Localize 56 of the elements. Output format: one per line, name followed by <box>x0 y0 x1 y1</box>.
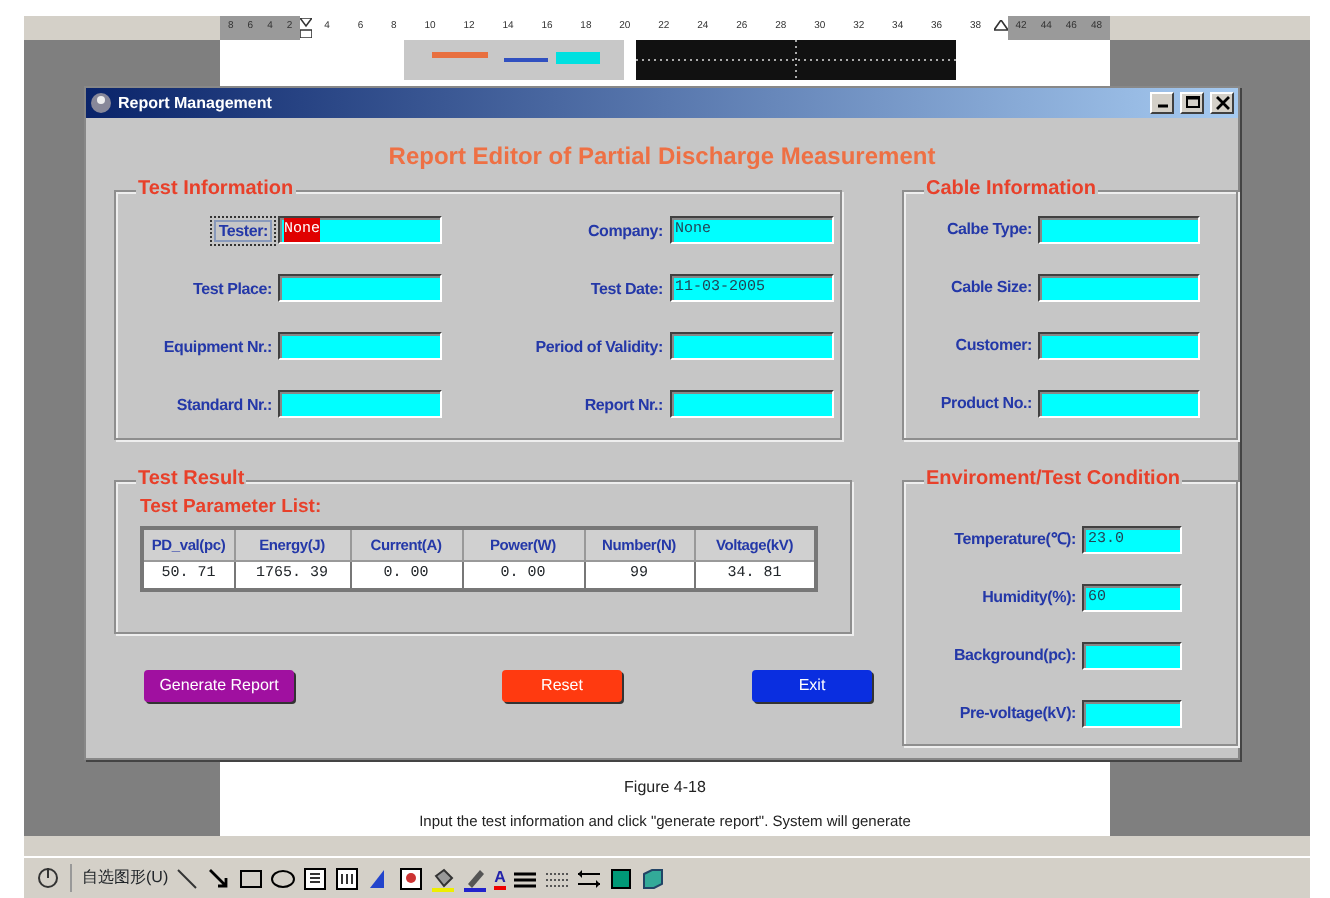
field-label: Background(pc): <box>951 644 1076 668</box>
indent-marker-icon[interactable] <box>300 18 313 38</box>
window-button[interactable] <box>1180 92 1204 114</box>
field-label: Humidity(%): <box>980 586 1076 610</box>
text-field[interactable] <box>1038 274 1200 302</box>
arrow-style-icon[interactable] <box>575 865 602 891</box>
close-icon <box>1213 94 1231 112</box>
text-field[interactable] <box>669 390 833 418</box>
window-title: Report Management <box>118 91 272 115</box>
field-label: Test Place: <box>193 280 272 298</box>
text-field[interactable] <box>1038 332 1200 360</box>
app-icon <box>90 92 112 114</box>
field-label: Pre-voltage(kV): <box>957 702 1076 726</box>
action-button[interactable]: Generate Report <box>144 670 294 702</box>
text-field[interactable] <box>278 332 442 360</box>
list-title: Test Parameter List: <box>140 496 324 520</box>
window-button[interactable] <box>1210 92 1234 114</box>
field-label: Company: <box>587 222 663 240</box>
fill-bucket-icon[interactable] <box>430 865 457 891</box>
field-label: Cable Size: <box>949 276 1032 300</box>
shadow-icon[interactable] <box>607 865 634 891</box>
form-heading: Report Editor of Partial Discharge Measurement <box>386 140 938 174</box>
text-field[interactable] <box>1082 642 1182 670</box>
text-field[interactable] <box>1038 216 1200 244</box>
field-label: Temperature(℃): <box>952 528 1076 552</box>
text-box-icon[interactable] <box>302 865 329 891</box>
pen-icon[interactable] <box>462 865 489 891</box>
field-label: Test Date: <box>590 280 663 298</box>
action-button[interactable]: Reset <box>502 670 622 702</box>
draw-icon[interactable] <box>36 866 60 890</box>
text-field[interactable] <box>278 274 442 302</box>
font-color-button[interactable]: A <box>494 867 506 889</box>
text-field[interactable] <box>278 390 442 418</box>
ellipse-icon[interactable] <box>270 865 297 891</box>
text-box-icon[interactable] <box>334 865 361 891</box>
field-label: Product No.: <box>938 392 1032 416</box>
cube-icon[interactable] <box>639 865 666 891</box>
figure-caption: Figure 4-18 <box>624 776 706 800</box>
window-button[interactable] <box>1150 92 1174 114</box>
field-label: Equipment Nr.: <box>163 338 272 356</box>
autoshapes-menu[interactable]: 自选图形(U) <box>82 866 169 890</box>
picture-icon[interactable] <box>398 865 425 891</box>
arrow-icon[interactable] <box>206 865 233 891</box>
field-label: Period of Validity: <box>535 338 663 356</box>
maximize-icon <box>1183 94 1201 112</box>
text-field[interactable] <box>1038 390 1200 418</box>
field-label: Standard Nr.: <box>176 396 272 414</box>
field-label: Tester: <box>214 220 272 242</box>
text-field[interactable] <box>669 332 833 360</box>
action-button[interactable]: Exit <box>752 670 872 702</box>
field-label: Customer: <box>953 334 1032 358</box>
text-field[interactable] <box>1082 700 1182 728</box>
field-label: Report Nr.: <box>584 396 663 414</box>
field-label: Calbe Type: <box>944 218 1032 242</box>
rectangle-icon[interactable] <box>238 865 265 891</box>
line-icon[interactable] <box>174 865 201 891</box>
